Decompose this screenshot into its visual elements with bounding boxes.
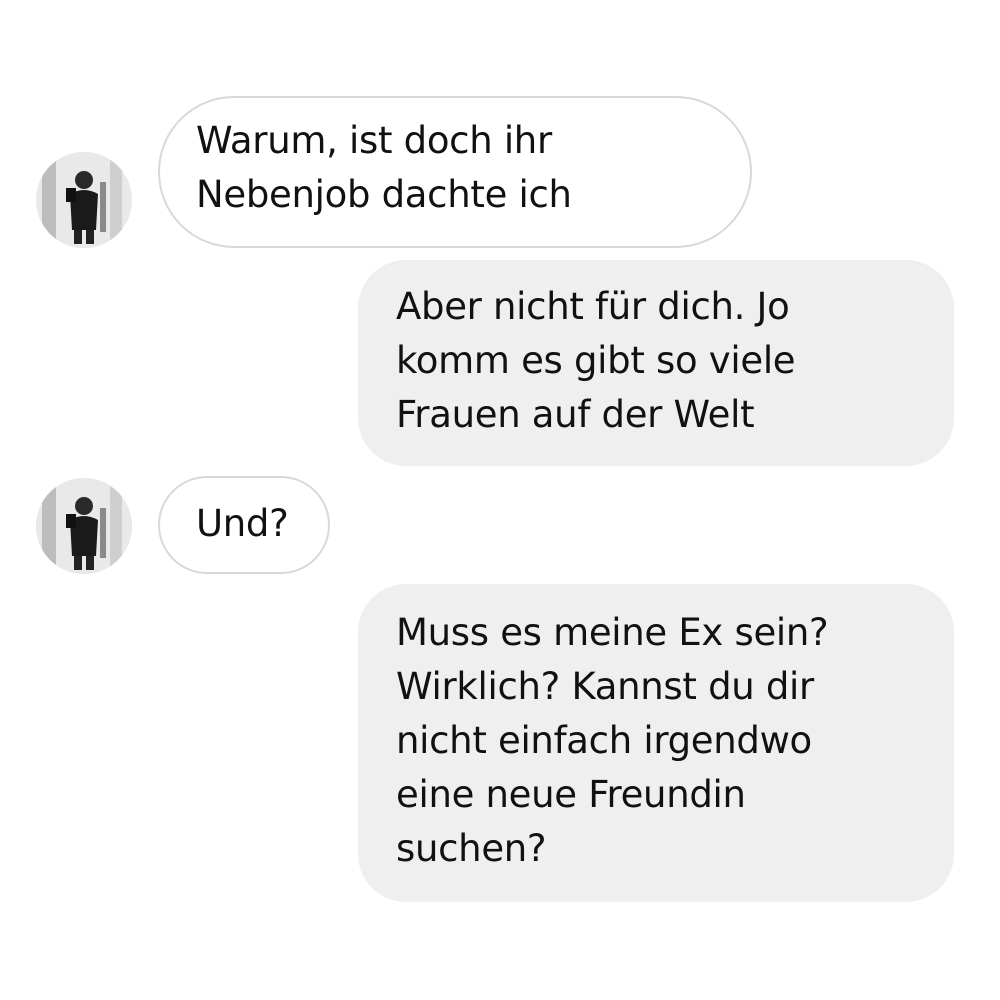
profile-photo-icon — [36, 478, 132, 574]
outgoing-message-bubble[interactable]: Aber nicht für dich. Jo komm es gibt so … — [358, 260, 954, 466]
message-line: suchen? — [396, 827, 547, 870]
message-line: Und? — [196, 502, 289, 545]
message-line: Wirklich? Kannst du dir — [396, 665, 814, 708]
message-line: Frauen auf der Welt — [396, 393, 755, 436]
profile-photo-icon — [36, 152, 132, 248]
message-line: komm es gibt so viele — [396, 339, 796, 382]
avatar[interactable] — [36, 152, 132, 248]
incoming-message-bubble[interactable]: Und? — [158, 476, 330, 574]
message-line: Aber nicht für dich. Jo — [396, 285, 790, 328]
message-line: Muss es meine Ex sein? — [396, 611, 829, 654]
avatar[interactable] — [36, 478, 132, 574]
incoming-message-bubble[interactable]: Warum, ist doch ihr Nebenjob dachte ich — [158, 96, 752, 248]
message-line: Nebenjob dachte ich — [196, 173, 572, 216]
message-line: eine neue Freundin — [396, 773, 746, 816]
message-line: Warum, ist doch ihr — [196, 119, 552, 162]
message-line: nicht einfach irgendwo — [396, 719, 812, 762]
outgoing-message-bubble[interactable]: Muss es meine Ex sein? Wirklich? Kannst … — [358, 584, 954, 902]
